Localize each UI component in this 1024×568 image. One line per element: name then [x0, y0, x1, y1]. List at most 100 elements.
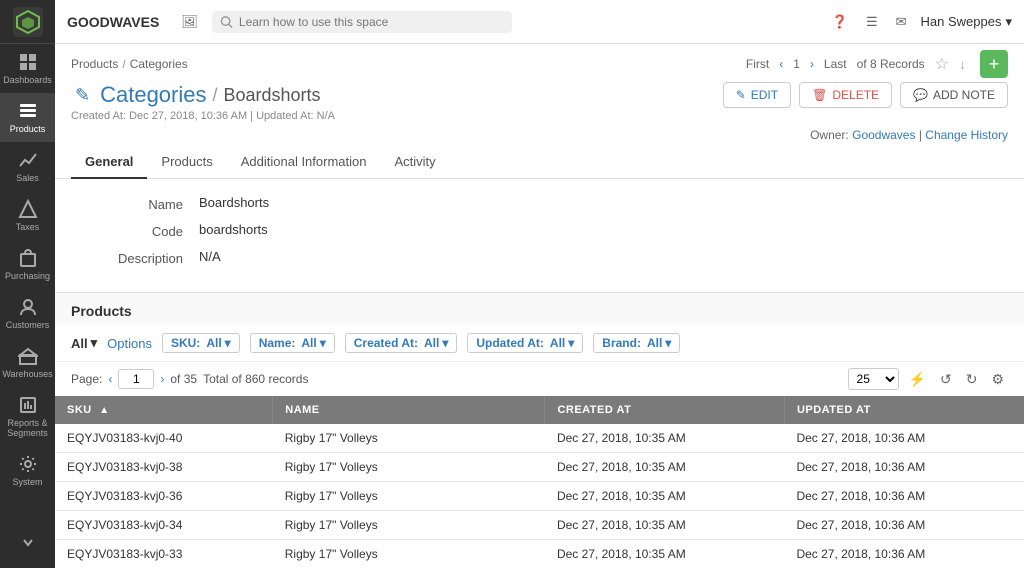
delete-button[interactable]: 🗑 DELETE — [799, 82, 892, 108]
add-button[interactable]: + — [980, 50, 1008, 78]
topbar-image-icon[interactable]: 🖼 — [181, 14, 198, 30]
cell-updated: Dec 27, 2018, 10:36 AM — [784, 424, 1024, 453]
page-label: Page: — [71, 372, 102, 386]
page-meta: Created At: Dec 27, 2018, 10:36 AM | Upd… — [71, 110, 335, 122]
col-header-created[interactable]: CREATED AT — [545, 396, 785, 424]
tab-additional[interactable]: Additional Information — [227, 146, 381, 179]
sidebar-nav: Dashboards Products Sales Taxes Purchasi… — [0, 44, 55, 516]
tab-products[interactable]: Products — [147, 146, 226, 179]
cell-updated: Dec 27, 2018, 10:36 AM — [784, 511, 1024, 540]
filter-brand[interactable]: Brand: All ▾ — [593, 333, 680, 353]
tab-activity[interactable]: Activity — [380, 146, 449, 179]
search-icon — [220, 15, 233, 29]
sidebar-item-products[interactable]: Products — [0, 93, 55, 142]
sidebar-item-sales[interactable]: Sales — [0, 142, 55, 191]
name-value: Boardshorts — [199, 195, 269, 210]
breadcrumb-products[interactable]: Products — [71, 57, 118, 71]
col-header-name[interactable]: NAME — [273, 396, 545, 424]
record-total: of 8 Records — [857, 57, 925, 71]
title-link[interactable]: Categories — [100, 82, 206, 108]
filter-options[interactable]: Options — [107, 336, 152, 351]
sidebar-item-taxes-label: Taxes — [16, 222, 40, 232]
sidebar-item-dashboards-label: Dashboards — [3, 75, 52, 85]
sidebar-item-dashboards[interactable]: Dashboards — [0, 44, 55, 93]
app-logo — [0, 0, 55, 44]
sidebar-item-purchasing-label: Purchasing — [5, 271, 50, 281]
records-total: Total of 860 records — [203, 372, 308, 386]
sidebar-bottom — [0, 516, 55, 568]
col-header-sku[interactable]: SKU ▲ — [55, 396, 273, 424]
change-history-link[interactable]: Change History — [925, 128, 1008, 142]
search-box[interactable] — [212, 11, 512, 33]
mail-icon[interactable]: ✉ — [896, 14, 907, 30]
cell-sku: EQYJV03183-kvj0-38 — [55, 453, 273, 482]
page-input[interactable] — [118, 369, 154, 389]
breadcrumb-categories[interactable]: Categories — [130, 57, 188, 71]
chevron-down-icon: ▾ — [442, 336, 448, 350]
owner-bar: Owner: Goodwaves | Change History — [55, 128, 1024, 146]
chevron-down-icon: ▾ — [91, 335, 98, 351]
refresh-icon[interactable]: ↺ — [936, 369, 956, 390]
sidebar-item-taxes[interactable]: Taxes — [0, 191, 55, 240]
sidebar-item-reports[interactable]: Reports & Segments — [0, 387, 55, 446]
table-row[interactable]: EQYJV03183-kvj0-34 Rigby 17" Volleys Dec… — [55, 511, 1024, 540]
products-table: SKU ▲ NAME CREATED AT UPDATED AT EQYJV03… — [55, 396, 1024, 568]
content-area: Products / Categories First ‹ 1 › Last o… — [55, 44, 1024, 568]
sidebar-item-system[interactable]: System — [0, 446, 55, 495]
menu-icon[interactable]: ☰ — [866, 14, 878, 30]
sidebar-item-customers[interactable]: Customers — [0, 289, 55, 338]
filter-created[interactable]: Created At: All ▾ — [345, 333, 458, 353]
cell-updated: Dec 27, 2018, 10:36 AM — [784, 453, 1024, 482]
cell-sku: EQYJV03183-kvj0-40 — [55, 424, 273, 453]
table-row[interactable]: EQYJV03183-kvj0-38 Rigby 17" Volleys Dec… — [55, 453, 1024, 482]
sync-icon[interactable]: ↻ — [962, 369, 982, 390]
page-size-select[interactable]: 25 50 100 — [848, 368, 899, 390]
page-next-icon[interactable]: › — [160, 372, 164, 386]
table-row[interactable]: EQYJV03183-kvj0-33 Rigby 17" Volleys Dec… — [55, 540, 1024, 568]
table-header: SKU ▲ NAME CREATED AT UPDATED AT — [55, 396, 1024, 424]
sidebar-item-warehouses-label: Warehouses — [2, 369, 52, 379]
edit-button[interactable]: ✎ EDIT — [723, 82, 791, 108]
owner-label: Owner: — [810, 128, 849, 142]
owner-link[interactable]: Goodwaves — [852, 128, 915, 142]
sidebar-item-expand[interactable] — [0, 524, 55, 560]
sidebar: Dashboards Products Sales Taxes Purchasi… — [0, 0, 55, 568]
page-prev-icon[interactable]: ‹ — [108, 372, 112, 386]
search-input[interactable] — [239, 15, 504, 29]
description-row: Description N/A — [79, 249, 1000, 266]
filter-sku[interactable]: SKU: All ▾ — [162, 333, 240, 353]
cell-created: Dec 27, 2018, 10:35 AM — [545, 453, 785, 482]
filter-name[interactable]: Name: All ▾ — [250, 333, 335, 353]
sidebar-item-warehouses[interactable]: Warehouses — [0, 338, 55, 387]
pagination-right: 25 50 100 ⚡ ↺ ↻ ⚙ — [848, 368, 1008, 390]
breadcrumb-sep1: / — [122, 57, 125, 71]
add-note-button[interactable]: 💬 ADD NOTE — [900, 82, 1008, 108]
col-header-updated[interactable]: UPDATED AT — [784, 396, 1024, 424]
title-separator: / — [212, 85, 217, 106]
filter-icon[interactable]: ⚡ — [905, 369, 930, 390]
chevron-left-icon[interactable]: ‹ — [779, 57, 783, 71]
cell-created: Dec 27, 2018, 10:35 AM — [545, 540, 785, 568]
sidebar-item-system-label: System — [12, 477, 42, 487]
cell-name: Rigby 17" Volleys — [273, 424, 545, 453]
record-first[interactable]: First — [746, 57, 769, 71]
filter-updated[interactable]: Updated At: All ▾ — [467, 333, 583, 353]
chevron-right-icon[interactable]: › — [810, 57, 814, 71]
settings-icon[interactable]: ⚙ — [987, 369, 1008, 390]
user-menu[interactable]: Han Sweppes ▾ — [921, 14, 1012, 30]
cell-name: Rigby 17" Volleys — [273, 453, 545, 482]
edit-inline-icon[interactable]: ✎ — [75, 85, 90, 106]
cell-sku: EQYJV03183-kvj0-36 — [55, 482, 273, 511]
trash-icon: 🗑 — [812, 88, 827, 102]
tab-general[interactable]: General — [71, 146, 147, 179]
sidebar-item-purchasing[interactable]: Purchasing — [0, 240, 55, 289]
filter-all[interactable]: All ▾ — [71, 335, 97, 351]
table-row[interactable]: EQYJV03183-kvj0-40 Rigby 17" Volleys Dec… — [55, 424, 1024, 453]
record-current: 1 — [793, 57, 800, 71]
table-row[interactable]: EQYJV03183-kvj0-36 Rigby 17" Volleys Dec… — [55, 482, 1024, 511]
download-icon[interactable]: ↓ — [959, 56, 966, 72]
cell-updated: Dec 27, 2018, 10:36 AM — [784, 540, 1024, 568]
help-icon[interactable]: ❓ — [832, 14, 848, 30]
star-icon[interactable]: ☆ — [935, 54, 949, 74]
record-last[interactable]: Last — [824, 57, 847, 71]
